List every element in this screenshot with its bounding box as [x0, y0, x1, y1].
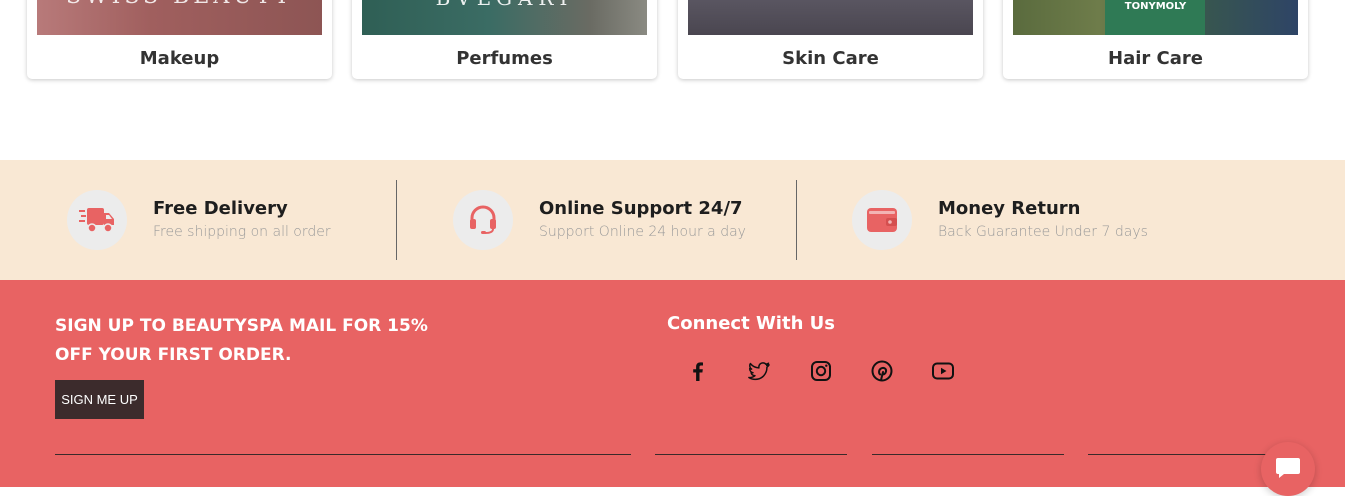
feature-divider	[396, 180, 397, 260]
feature-title: Money Return	[938, 198, 1081, 219]
footer-input-line	[872, 454, 1064, 455]
category-card-skin-care[interactable]: SKIN Skin Care	[678, 0, 983, 79]
category-image-makeup: SWISS BEAUTY	[37, 0, 322, 35]
brand-logo-text: BVLGARI	[362, 0, 647, 10]
footer: SIGN UP TO BEAUTYSPA MAIL FOR 15% OFF YO…	[0, 280, 1345, 487]
headset-icon	[453, 190, 513, 250]
category-image-hair-care: TONYMOLY	[1013, 0, 1298, 35]
feature-title: Free Delivery	[153, 198, 288, 219]
category-card-makeup[interactable]: SWISS BEAUTY Makeup	[27, 0, 332, 79]
category-label: Skin Care	[782, 48, 879, 69]
category-label: Perfumes	[456, 48, 553, 69]
facebook-icon[interactable]	[686, 359, 710, 383]
feature-subtitle: Support Online 24 hour a day	[539, 224, 746, 240]
feature-subtitle: Free shipping on all order	[153, 224, 331, 240]
category-card-perfumes[interactable]: BVLGARI Perfumes	[352, 0, 657, 79]
features-bar: Free Delivery Free shipping on all order…	[0, 160, 1345, 280]
newsletter-promo-text: SIGN UP TO BEAUTYSPA MAIL FOR 15% OFF YO…	[55, 316, 428, 365]
sign-me-up-button[interactable]: SIGN ME UP	[55, 380, 144, 419]
feature-title: Online Support 24/7	[539, 198, 743, 219]
chat-button[interactable]	[1261, 442, 1315, 496]
category-image-perfumes: BVLGARI	[362, 0, 647, 35]
connect-title: Connect With Us	[667, 313, 835, 334]
category-card-hair-care[interactable]: TONYMOLY Hair Care	[1003, 0, 1308, 79]
category-label: Hair Care	[1108, 48, 1203, 69]
footer-input-line	[655, 454, 847, 455]
instagram-icon[interactable]	[809, 359, 833, 383]
brand-logo-text: SKIN	[688, 0, 972, 18]
pinterest-icon[interactable]	[870, 359, 894, 383]
wallet-icon	[852, 190, 912, 250]
category-cards: SWISS BEAUTY Makeup BVLGARI Perfumes SKI…	[0, 0, 1345, 160]
category-image-skin-care: SKIN	[688, 0, 973, 35]
twitter-icon[interactable]	[747, 359, 771, 383]
feature-subtitle: Back Guarantee Under 7 days	[938, 224, 1148, 240]
youtube-icon[interactable]	[931, 359, 955, 383]
chat-bubble-icon	[1275, 454, 1301, 484]
footer-input-line	[55, 454, 631, 455]
footer-input-line	[1088, 454, 1280, 455]
delivery-truck-icon	[67, 190, 127, 250]
brand-logo-text: TONYMOLY	[1124, 1, 1187, 12]
brand-logo-text: SWISS BEAUTY	[37, 0, 322, 9]
category-label: Makeup	[139, 48, 220, 69]
feature-divider	[796, 180, 797, 260]
